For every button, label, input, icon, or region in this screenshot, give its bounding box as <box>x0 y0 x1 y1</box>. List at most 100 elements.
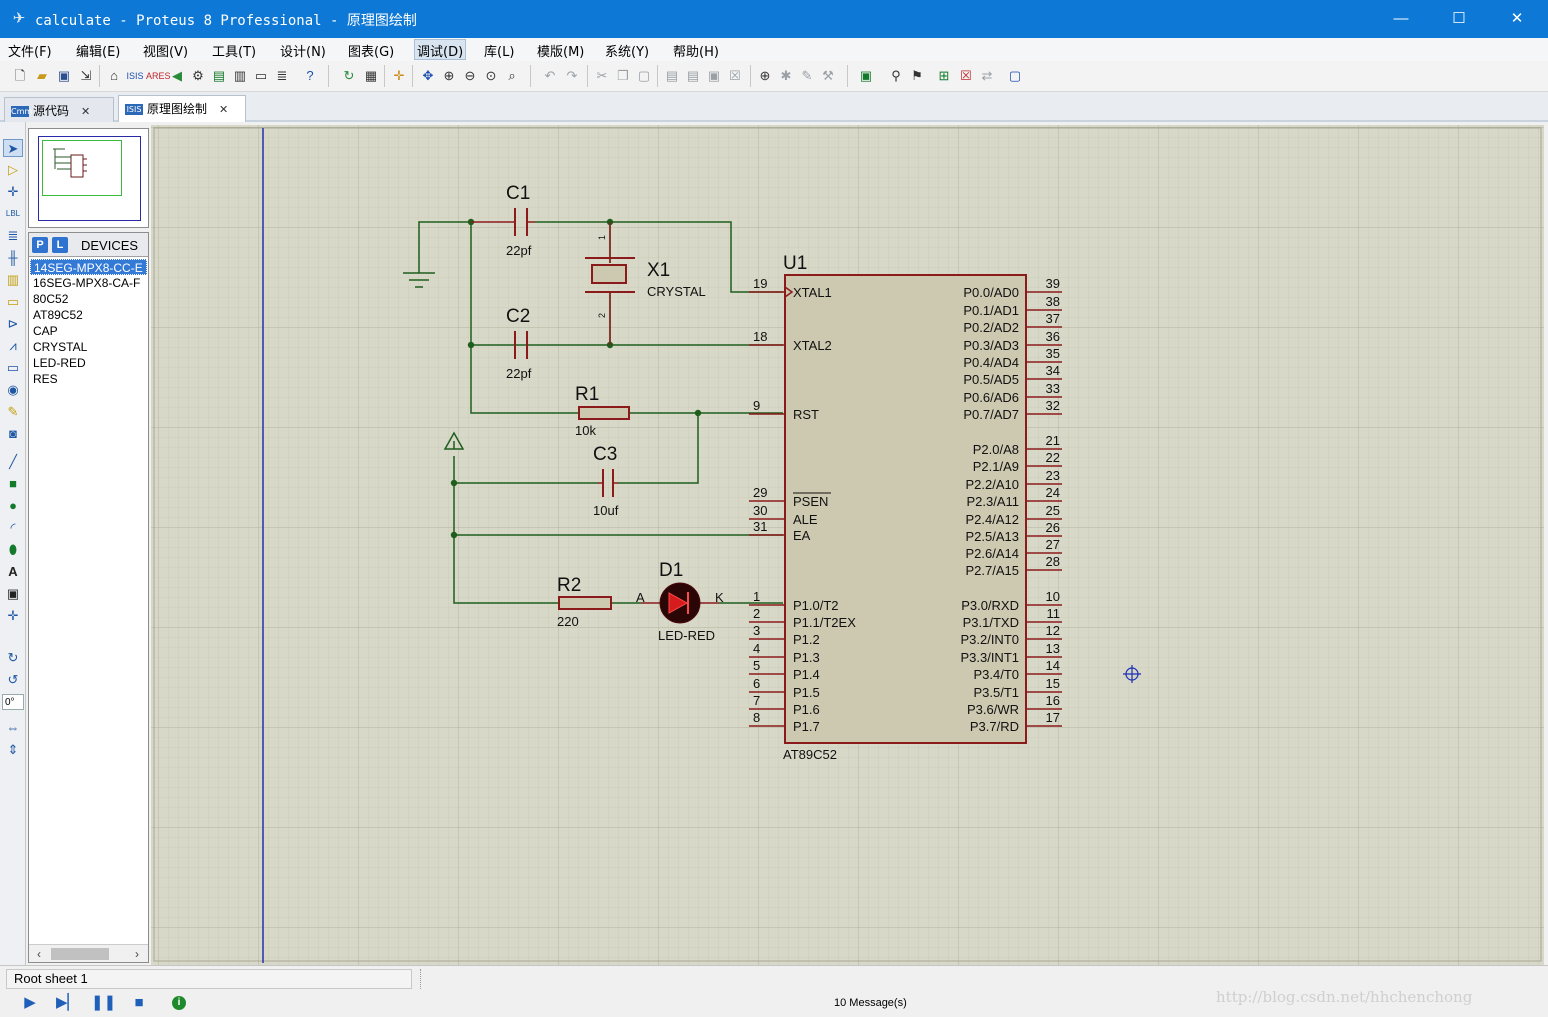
wire-autorouter-icon[interactable]: ▣ <box>856 66 876 86</box>
menu-view[interactable]: 视图(V) <box>143 41 188 60</box>
save-icon[interactable]: ▣ <box>54 66 74 86</box>
device-pin-icon[interactable]: ⊳ <box>3 315 23 333</box>
menu-tools[interactable]: 工具(T) <box>212 41 256 60</box>
menu-system[interactable]: 系统(Y) <box>605 41 649 60</box>
text-script-icon[interactable]: ≣ <box>3 227 23 245</box>
generator-icon[interactable]: ◉ <box>3 381 23 399</box>
step-icon[interactable]: ▶▏ <box>56 993 79 1013</box>
pause-icon[interactable]: ❚❚ <box>91 993 116 1013</box>
menu-edit[interactable]: 编辑(E) <box>76 41 120 60</box>
goto-sheet-icon[interactable]: ⇄ <box>977 66 997 86</box>
voltage-probe-icon[interactable]: ✎ <box>3 403 23 421</box>
rotate-anticlockwise-icon[interactable]: ↺ <box>3 671 23 689</box>
virtual-instrument-icon[interactable]: ◙ <box>3 425 23 443</box>
open-file-icon[interactable]: ▰ <box>32 66 52 86</box>
refresh-icon[interactable]: ↻ <box>339 66 359 86</box>
zoom-all-icon[interactable]: ⊙ <box>481 66 501 86</box>
mirror-vertical-icon[interactable]: ⇕ <box>3 741 23 759</box>
source-code-icon[interactable]: ▭ <box>251 66 271 86</box>
scroll-right-icon[interactable]: › <box>130 946 144 962</box>
property-tool-icon[interactable]: ⚑ <box>907 66 927 86</box>
scroll-thumb[interactable] <box>51 948 109 960</box>
microcontroller-u1[interactable]: U1 AT89C52 19XTAL118XTAL29RST29PSEN30ALE… <box>749 253 1062 762</box>
device-item[interactable]: LED-RED <box>30 355 147 371</box>
play-icon[interactable]: ▶ <box>19 993 41 1013</box>
sheet-label[interactable]: Root sheet 1 <box>6 969 412 989</box>
block-delete-icon[interactable]: ☒ <box>725 66 745 86</box>
arc-icon[interactable]: ◜ <box>3 519 23 537</box>
make-device-icon[interactable]: ✱ <box>776 66 796 86</box>
tape-recorder-icon[interactable]: ▭ <box>3 359 23 377</box>
info-icon[interactable]: i <box>172 996 186 1010</box>
new-sheet-icon[interactable]: ⊞ <box>934 66 954 86</box>
home-icon[interactable]: ⌂ <box>104 66 124 86</box>
3d-view-icon[interactable]: ◀ <box>167 66 187 86</box>
close-icon[interactable]: ✕ <box>81 105 90 118</box>
device-item[interactable]: CRYSTAL <box>30 339 147 355</box>
rotate-clockwise-icon[interactable]: ↻ <box>3 649 23 667</box>
pick-devices-button[interactable]: P <box>32 237 48 253</box>
remove-sheet-icon[interactable]: ☒ <box>956 66 976 86</box>
origin-icon[interactable]: ✛ <box>389 66 409 86</box>
redo-icon[interactable]: ↷ <box>562 66 582 86</box>
circle-icon[interactable]: ● <box>3 497 23 515</box>
search-tag-icon[interactable]: ⚲ <box>886 66 906 86</box>
symbol-icon[interactable]: ▣ <box>3 585 23 603</box>
subcircuit-icon[interactable]: ▥ <box>3 271 23 289</box>
schematic-canvas[interactable]: C1 22pf C2 22pf 1 2 X1 CRYSTAL R1 10k C3… <box>151 125 1544 965</box>
block-move-icon[interactable]: ▤ <box>683 66 703 86</box>
bus-icon[interactable]: ╫ <box>3 249 23 267</box>
device-item[interactable]: 16SEG-MPX8-CA-F <box>30 275 147 291</box>
cut-icon[interactable]: ✂ <box>592 66 612 86</box>
menu-debug[interactable]: 调试(D) <box>414 39 467 60</box>
design-explorer-icon[interactable]: ▥ <box>230 66 250 86</box>
path-icon[interactable]: ⬮ <box>3 541 23 559</box>
marker-icon[interactable]: ✛ <box>3 607 23 625</box>
library-manager-button[interactable]: L <box>52 237 68 253</box>
tab-schematic[interactable]: ISIS 原理图绘制 ✕ <box>118 95 246 122</box>
selection-mode-icon[interactable]: ➤ <box>3 139 23 157</box>
new-file-icon[interactable]: 🗋 <box>10 66 30 86</box>
device-item[interactable]: RES <box>30 371 147 387</box>
device-item[interactable]: AT89C52 <box>30 307 147 323</box>
stop-icon[interactable]: ■ <box>128 993 150 1013</box>
wire-label-icon[interactable]: LBL <box>3 205 23 223</box>
schematic-icon[interactable]: ISIS <box>125 66 145 86</box>
menu-design[interactable]: 设计(N) <box>280 41 326 60</box>
scroll-left-icon[interactable]: ‹ <box>32 946 46 962</box>
device-item[interactable]: 80C52 <box>30 291 147 307</box>
help-icon[interactable]: ? <box>300 66 320 86</box>
pick-device-icon[interactable]: ⊕ <box>755 66 775 86</box>
device-item[interactable]: CAP <box>30 323 147 339</box>
electrical-rule-check-icon[interactable]: ▢ <box>1005 66 1025 86</box>
overview-viewport[interactable] <box>42 140 122 196</box>
zoom-in-icon[interactable]: ⊕ <box>439 66 459 86</box>
close-icon[interactable]: ✕ <box>219 103 228 116</box>
tab-source-code[interactable]: Cmm源代码 ✕ <box>4 97 114 122</box>
component-mode-icon[interactable]: ▷ <box>3 161 23 179</box>
overview-window[interactable] <box>28 128 149 228</box>
junction-dot-icon[interactable]: ✛ <box>3 183 23 201</box>
decompose-icon[interactable]: ⚒ <box>818 66 838 86</box>
terminal-icon[interactable]: ▭ <box>3 293 23 311</box>
graph-icon[interactable]: ⩘ <box>3 337 23 355</box>
notes-icon[interactable]: ≣ <box>272 66 292 86</box>
box-icon[interactable]: ■ <box>3 475 23 493</box>
minimize-button[interactable]: — <box>1372 0 1430 38</box>
undo-icon[interactable]: ↶ <box>540 66 560 86</box>
packaging-tool-icon[interactable]: ✎ <box>797 66 817 86</box>
mirror-horizontal-icon[interactable]: ⇔ <box>3 719 23 737</box>
grid-toggle-icon[interactable]: ▦ <box>361 66 381 86</box>
rotation-angle-field[interactable] <box>2 694 24 710</box>
block-rotate-icon[interactable]: ▣ <box>704 66 724 86</box>
devices-hscrollbar[interactable]: ‹ › <box>29 944 148 962</box>
menu-library[interactable]: 库(L) <box>484 41 514 60</box>
zoom-area-icon[interactable]: ⌕ <box>502 66 522 86</box>
maximize-button[interactable]: ☐ <box>1430 0 1488 38</box>
gerber-icon[interactable]: ⚙ <box>188 66 208 86</box>
menu-graph[interactable]: 图表(G) <box>348 41 394 60</box>
text-icon[interactable]: A <box>3 563 23 581</box>
line-icon[interactable]: ╱ <box>3 453 23 471</box>
menu-template[interactable]: 模版(M) <box>537 41 584 60</box>
import-icon[interactable]: ⇲ <box>76 66 96 86</box>
